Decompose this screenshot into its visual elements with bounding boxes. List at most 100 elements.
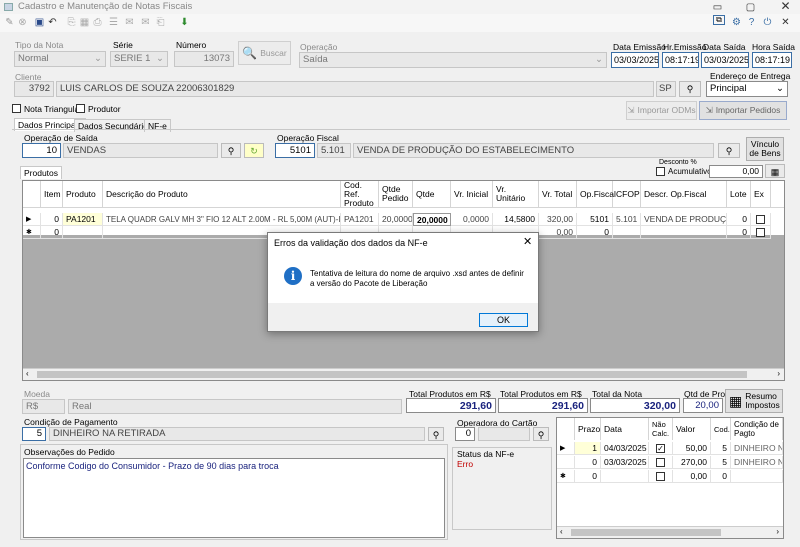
op-saida-code-input[interactable]: 10 <box>22 143 61 158</box>
print-icon[interactable]: ⎙ <box>92 17 103 28</box>
op-fiscal-search-icon[interactable]: ⚲ <box>718 143 740 158</box>
close-window-icon[interactable]: ✕ <box>780 0 791 12</box>
tab-nfe[interactable]: NF-e <box>144 119 171 132</box>
serie-select[interactable]: SERIE 1 ⌄ <box>110 51 168 67</box>
numero-input[interactable]: 13073 <box>174 51 234 67</box>
nao-calc-checkbox[interactable]: ✓ <box>656 444 665 454</box>
cartao-code-input[interactable]: 0 <box>455 427 475 441</box>
nota-triangular-checkbox[interactable] <box>12 104 21 113</box>
undo-icon[interactable]: ↶ <box>47 17 58 28</box>
table-cell[interactable]: DINHEIRO NA <box>731 456 783 469</box>
grid-header-ex[interactable]: Ex <box>751 181 771 207</box>
table-cell[interactable]: 0 <box>41 213 63 226</box>
pagamento-search-icon[interactable]: ⚲ <box>428 427 444 441</box>
email-icon[interactable]: ✉ <box>140 17 151 28</box>
hora-saida-input[interactable]: 08:17:19 <box>752 52 792 68</box>
settings-icon[interactable]: ⚙ <box>731 17 742 28</box>
grid-header-op-fiscal[interactable]: Op.Fiscal <box>577 181 616 207</box>
table-cell[interactable]: 04/03/2025 <box>601 442 649 455</box>
acumulativo-checkbox[interactable] <box>656 167 665 176</box>
pagamento-code-input[interactable]: 5 <box>22 427 46 441</box>
table-cell[interactable]: 03/03/2025 <box>601 456 649 469</box>
ex-checkbox-cell[interactable] <box>751 226 771 239</box>
obs-textarea[interactable]: Conforme Codigo do Consumidor - Prazo de… <box>23 458 445 538</box>
new-icon[interactable]: ✎ <box>4 17 15 28</box>
grid-header-produto[interactable]: Produto <box>63 181 103 207</box>
cliente-search-icon[interactable]: ⚲ <box>679 81 701 97</box>
desconto-input[interactable]: 0,00 <box>709 165 763 178</box>
grid-header-cfop[interactable]: CFOP <box>613 181 641 207</box>
nao-calc-cell[interactable] <box>649 470 673 483</box>
op-saida-search-icon[interactable]: ⚲ <box>221 143 241 158</box>
table-cell[interactable] <box>641 226 727 239</box>
table-cell[interactable]: 5101 <box>577 213 613 226</box>
parcelas-header-data[interactable]: Data <box>601 418 649 440</box>
table-cell[interactable]: VENDA DE PRODUÇ... <box>641 213 727 226</box>
nao-calc-checkbox[interactable] <box>656 458 665 468</box>
desconto-apply-icon[interactable]: ▦ <box>765 164 785 178</box>
ex-checkbox[interactable] <box>756 228 765 238</box>
produtor-checkbox[interactable] <box>76 104 85 113</box>
table-cell[interactable]: 0 <box>727 213 751 226</box>
op-fiscal-code-input[interactable]: 5101 <box>275 143 315 158</box>
buscar-button[interactable]: 🔍 Buscar <box>238 41 291 65</box>
table-cell[interactable]: 320,00 <box>539 213 577 226</box>
scroll-left-icon[interactable]: ‹ <box>560 527 563 536</box>
attach-icon[interactable]: ⎗ <box>155 17 166 28</box>
cartao-search-icon[interactable]: ⚲ <box>533 427 549 441</box>
grid-header-lote[interactable]: Lote <box>727 181 751 207</box>
table-cell-qtde[interactable]: 20,0000 <box>413 213 451 226</box>
table-cell[interactable]: 0,00 <box>539 226 577 239</box>
importar-pedidos-button[interactable]: ⇲ Importar Pedidos <box>699 101 787 120</box>
cliente-code-input[interactable]: 3792 <box>14 81 54 97</box>
grid-header-codref[interactable]: Cod. Ref. Produto <box>341 180 379 207</box>
scroll-left-icon[interactable]: ‹ <box>26 369 29 378</box>
scroll-right-icon[interactable]: › <box>776 527 779 536</box>
table-cell[interactable]: 5 <box>711 456 731 469</box>
parcelas-header-nao-calc[interactable]: Não Calc. <box>649 418 673 440</box>
grid-header-descricao[interactable]: Descrição do Produto <box>103 181 341 207</box>
exit-icon[interactable]: ⏻ <box>762 17 773 28</box>
send-icon[interactable]: ✉ <box>124 17 135 28</box>
list-icon[interactable]: ☰ <box>108 17 119 28</box>
table-cell[interactable]: TELA QUADR GALV MH 3" FIO 12 ALT 2.00M -… <box>103 213 341 226</box>
table-cell[interactable]: PA1201 <box>63 213 103 226</box>
grid-header-vr-inicial[interactable]: Vr. Inicial <box>451 181 493 207</box>
grid-header-vr-unitario[interactable]: Vr. Unitário <box>493 181 539 207</box>
scroll-thumb[interactable] <box>571 529 721 536</box>
parcelas-header-condicao[interactable]: Condição de Pagto <box>731 418 783 440</box>
table-cell[interactable]: DINHEIRO NA <box>731 442 783 455</box>
table-cell[interactable]: 0 <box>577 226 613 239</box>
parcelas-header-valor[interactable]: Valor <box>673 418 711 440</box>
table-cell[interactable]: 0 <box>575 470 601 483</box>
calc-icon[interactable]: ▦ <box>79 17 90 28</box>
resumo-impostos-button[interactable]: ▦ Resumo Impostos <box>725 389 783 413</box>
grid-header-descr-op[interactable]: Descr. Op.Fiscal <box>641 181 727 207</box>
cancel-icon[interactable]: ⊗ <box>17 17 28 28</box>
dialog-close-icon[interactable]: ✕ <box>523 235 532 248</box>
table-cell[interactable]: 14,5800 <box>493 213 539 226</box>
data-emissao-input[interactable]: 03/03/2025 <box>611 52 659 68</box>
download-icon[interactable]: ⬇ <box>179 17 190 28</box>
save-icon[interactable]: ▣ <box>34 17 45 28</box>
parcelas-header-prazo[interactable]: Prazo <box>575 418 601 440</box>
grid-header-vr-total[interactable]: Vr. Total <box>539 181 577 207</box>
ok-button[interactable]: OK <box>479 313 528 327</box>
nao-calc-checkbox[interactable] <box>656 472 665 482</box>
help-icon[interactable]: ? <box>746 17 757 28</box>
table-cell[interactable]: 5.101 <box>613 213 641 226</box>
scroll-right-icon[interactable]: › <box>777 369 780 378</box>
table-cell[interactable] <box>731 470 783 483</box>
hr-emissao-input[interactable]: 08:17:19 <box>662 52 699 68</box>
parcelas-header-cod[interactable]: Cod. <box>711 418 731 440</box>
scroll-thumb[interactable] <box>37 371 747 378</box>
ex-checkbox-cell[interactable] <box>751 213 771 226</box>
maximize-icon[interactable]: ▢ <box>745 2 756 13</box>
table-cell[interactable]: 1 <box>575 442 601 455</box>
table-cell[interactable]: PA1201 <box>341 213 379 226</box>
vinculo-bens-button[interactable]: Vínculo de Bens <box>746 137 784 161</box>
table-cell[interactable]: 0,00 <box>673 470 711 483</box>
nao-calc-cell[interactable] <box>649 456 673 469</box>
table-cell[interactable]: 5 <box>711 442 731 455</box>
tipo-select[interactable]: Normal ⌄ <box>14 51 106 67</box>
